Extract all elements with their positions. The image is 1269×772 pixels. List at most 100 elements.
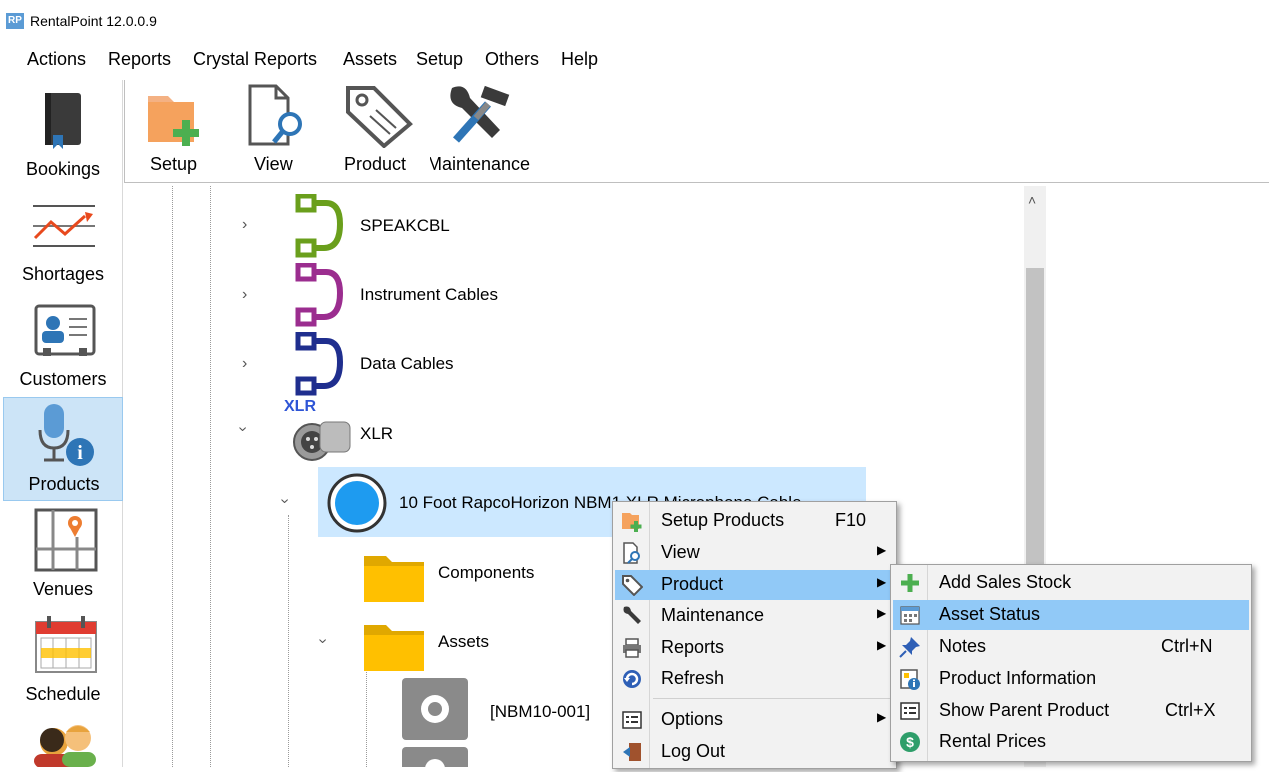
menu-crystal-reports[interactable]: Crystal Reports bbox=[193, 49, 317, 70]
submenu-arrow-icon: ▶ bbox=[877, 543, 887, 557]
calendar-icon bbox=[35, 616, 97, 673]
menu-item-refresh[interactable]: Refresh bbox=[615, 664, 894, 694]
menu-label: Setup Products bbox=[661, 510, 785, 530]
sidebar-item-users[interactable] bbox=[28, 720, 108, 768]
map-pin-icon bbox=[34, 508, 98, 572]
menu-others[interactable]: Others bbox=[485, 49, 539, 70]
cable-green-icon bbox=[295, 194, 344, 258]
menu-item-add-sales-stock[interactable]: Add Sales Stock bbox=[893, 568, 1249, 598]
tree-item-asset-nbm10-001[interactable]: [NBM10-001] bbox=[490, 702, 590, 722]
sidebar-item-bookings[interactable]: Bookings bbox=[3, 85, 123, 189]
folder-icon bbox=[364, 556, 424, 602]
sidebar-item-shortages[interactable]: Shortages bbox=[3, 190, 123, 294]
menu-label: Reports bbox=[661, 637, 725, 657]
tag-icon bbox=[346, 86, 413, 148]
tree-item-xlr[interactable]: XLR bbox=[360, 424, 393, 444]
expand-chevron-icon[interactable]: › bbox=[242, 355, 247, 373]
menu-item-view[interactable]: View ▶ bbox=[615, 538, 894, 568]
toolbar-product-button[interactable]: Product bbox=[336, 80, 426, 180]
window-title: RentalPoint 12.0.0.9 bbox=[30, 13, 157, 29]
collapse-chevron-icon[interactable]: › bbox=[234, 426, 252, 431]
tools-icon bbox=[450, 85, 510, 143]
tree-item-speakcbl[interactable]: SPEAKCBL bbox=[360, 216, 450, 236]
scroll-up-arrow-icon[interactable]: ˄ bbox=[1028, 192, 1036, 208]
collapse-chevron-icon[interactable]: › bbox=[276, 498, 294, 503]
sidebar-label: Customers bbox=[19, 369, 107, 389]
menu-item-options[interactable]: Options ▶ bbox=[615, 705, 894, 735]
menu-reports[interactable]: Reports bbox=[108, 49, 171, 70]
menu-label: Options bbox=[661, 709, 724, 729]
menu-label: Asset Status bbox=[939, 604, 1041, 624]
menu-separator bbox=[653, 698, 893, 699]
toolbar-setup-button[interactable]: Setup bbox=[136, 80, 216, 180]
folder-add-icon bbox=[148, 96, 199, 146]
toolbar-label: Setup bbox=[150, 154, 198, 174]
expand-chevron-icon[interactable]: › bbox=[242, 286, 247, 304]
collapse-chevron-icon[interactable]: › bbox=[314, 638, 332, 643]
asset-status-icon bbox=[900, 606, 920, 625]
info-icon bbox=[900, 669, 920, 690]
menu-help[interactable]: Help bbox=[561, 49, 598, 70]
menu-item-notes[interactable]: Notes Ctrl+N bbox=[893, 632, 1249, 662]
menu-label: Notes bbox=[939, 636, 987, 656]
asset-icon bbox=[402, 678, 468, 740]
options-icon bbox=[622, 711, 642, 729]
menu-shortcut: Ctrl+N bbox=[1161, 636, 1213, 656]
toolbar-maintenance-button[interactable]: Maintenance bbox=[430, 80, 530, 180]
sidebar-label: Schedule bbox=[25, 684, 101, 704]
menu-bar bbox=[0, 42, 1269, 78]
menu-label: Log Out bbox=[661, 741, 726, 761]
asset-icon bbox=[402, 747, 468, 767]
menu-setup[interactable]: Setup bbox=[416, 49, 463, 70]
chart-line-icon bbox=[33, 205, 95, 247]
product-submenu: Add Sales Stock Asset Status Notes Ctrl+… bbox=[890, 564, 1252, 762]
menu-item-log-out[interactable]: Log Out bbox=[615, 737, 894, 767]
menu-label: View bbox=[661, 542, 700, 562]
tree-item-instrument-cables[interactable]: Instrument Cables bbox=[360, 285, 498, 305]
sidebar-item-schedule[interactable]: Schedule bbox=[3, 610, 123, 714]
menu-shortcut: Ctrl+X bbox=[1165, 700, 1216, 720]
scrollbar-thumb[interactable] bbox=[1026, 268, 1044, 564]
menu-item-reports[interactable]: Reports ▶ bbox=[615, 633, 894, 663]
menu-label: Add Sales Stock bbox=[939, 572, 1072, 592]
pin-icon bbox=[899, 637, 920, 658]
toolbar-label: Product bbox=[344, 154, 407, 174]
tree-guide bbox=[288, 515, 289, 767]
expand-chevron-icon[interactable]: › bbox=[242, 216, 247, 234]
tree-item-data-cables[interactable]: Data Cables bbox=[360, 354, 454, 374]
svg-text:i: i bbox=[77, 442, 83, 464]
tree-item-components[interactable]: Components bbox=[438, 563, 534, 583]
submenu-arrow-icon: ▶ bbox=[877, 638, 887, 652]
title-bar bbox=[0, 0, 1269, 42]
menu-assets[interactable]: Assets bbox=[343, 49, 397, 70]
menu-item-asset-status[interactable]: Asset Status bbox=[893, 600, 1249, 630]
sidebar-label: Shortages bbox=[21, 264, 105, 284]
sidebar-item-customers[interactable]: Customers bbox=[3, 295, 123, 399]
document-search-icon bbox=[248, 84, 302, 146]
sidebar-item-venues[interactable]: Venues bbox=[3, 505, 123, 609]
submenu-arrow-icon: ▶ bbox=[877, 575, 887, 589]
xlr-connector-icon bbox=[293, 421, 351, 461]
context-menu: Setup Products F10 View ▶ Product ▶ Main… bbox=[612, 501, 897, 769]
document-search-icon bbox=[623, 542, 640, 564]
menu-shortcut: F10 bbox=[835, 510, 867, 530]
tag-icon bbox=[622, 575, 643, 596]
menu-item-rental-prices[interactable]: $ Rental Prices bbox=[893, 727, 1249, 757]
menu-item-setup-products[interactable]: Setup Products F10 bbox=[615, 506, 894, 536]
menu-item-product-information[interactable]: Product Information bbox=[893, 664, 1249, 694]
sidebar-item-products[interactable]: i Products bbox=[3, 397, 123, 501]
menu-item-show-parent-product[interactable]: Show Parent Product Ctrl+X bbox=[893, 696, 1249, 726]
menu-item-maintenance[interactable]: Maintenance ▶ bbox=[615, 601, 894, 631]
menu-actions[interactable]: Actions bbox=[27, 49, 86, 70]
sidebar-label: Products bbox=[28, 474, 100, 494]
menu-item-product[interactable]: Product ▶ bbox=[615, 570, 894, 600]
toolbar-view-button[interactable]: View bbox=[236, 80, 316, 180]
submenu-arrow-icon: ▶ bbox=[877, 606, 887, 620]
printer-icon bbox=[623, 638, 641, 658]
cable-purple-icon bbox=[295, 263, 344, 327]
tree-item-assets[interactable]: Assets bbox=[438, 632, 489, 652]
logout-icon bbox=[623, 743, 641, 761]
submenu-arrow-icon: ▶ bbox=[877, 710, 887, 724]
microphone-info-icon: i bbox=[38, 404, 94, 466]
cable-blue-icon bbox=[295, 332, 344, 396]
